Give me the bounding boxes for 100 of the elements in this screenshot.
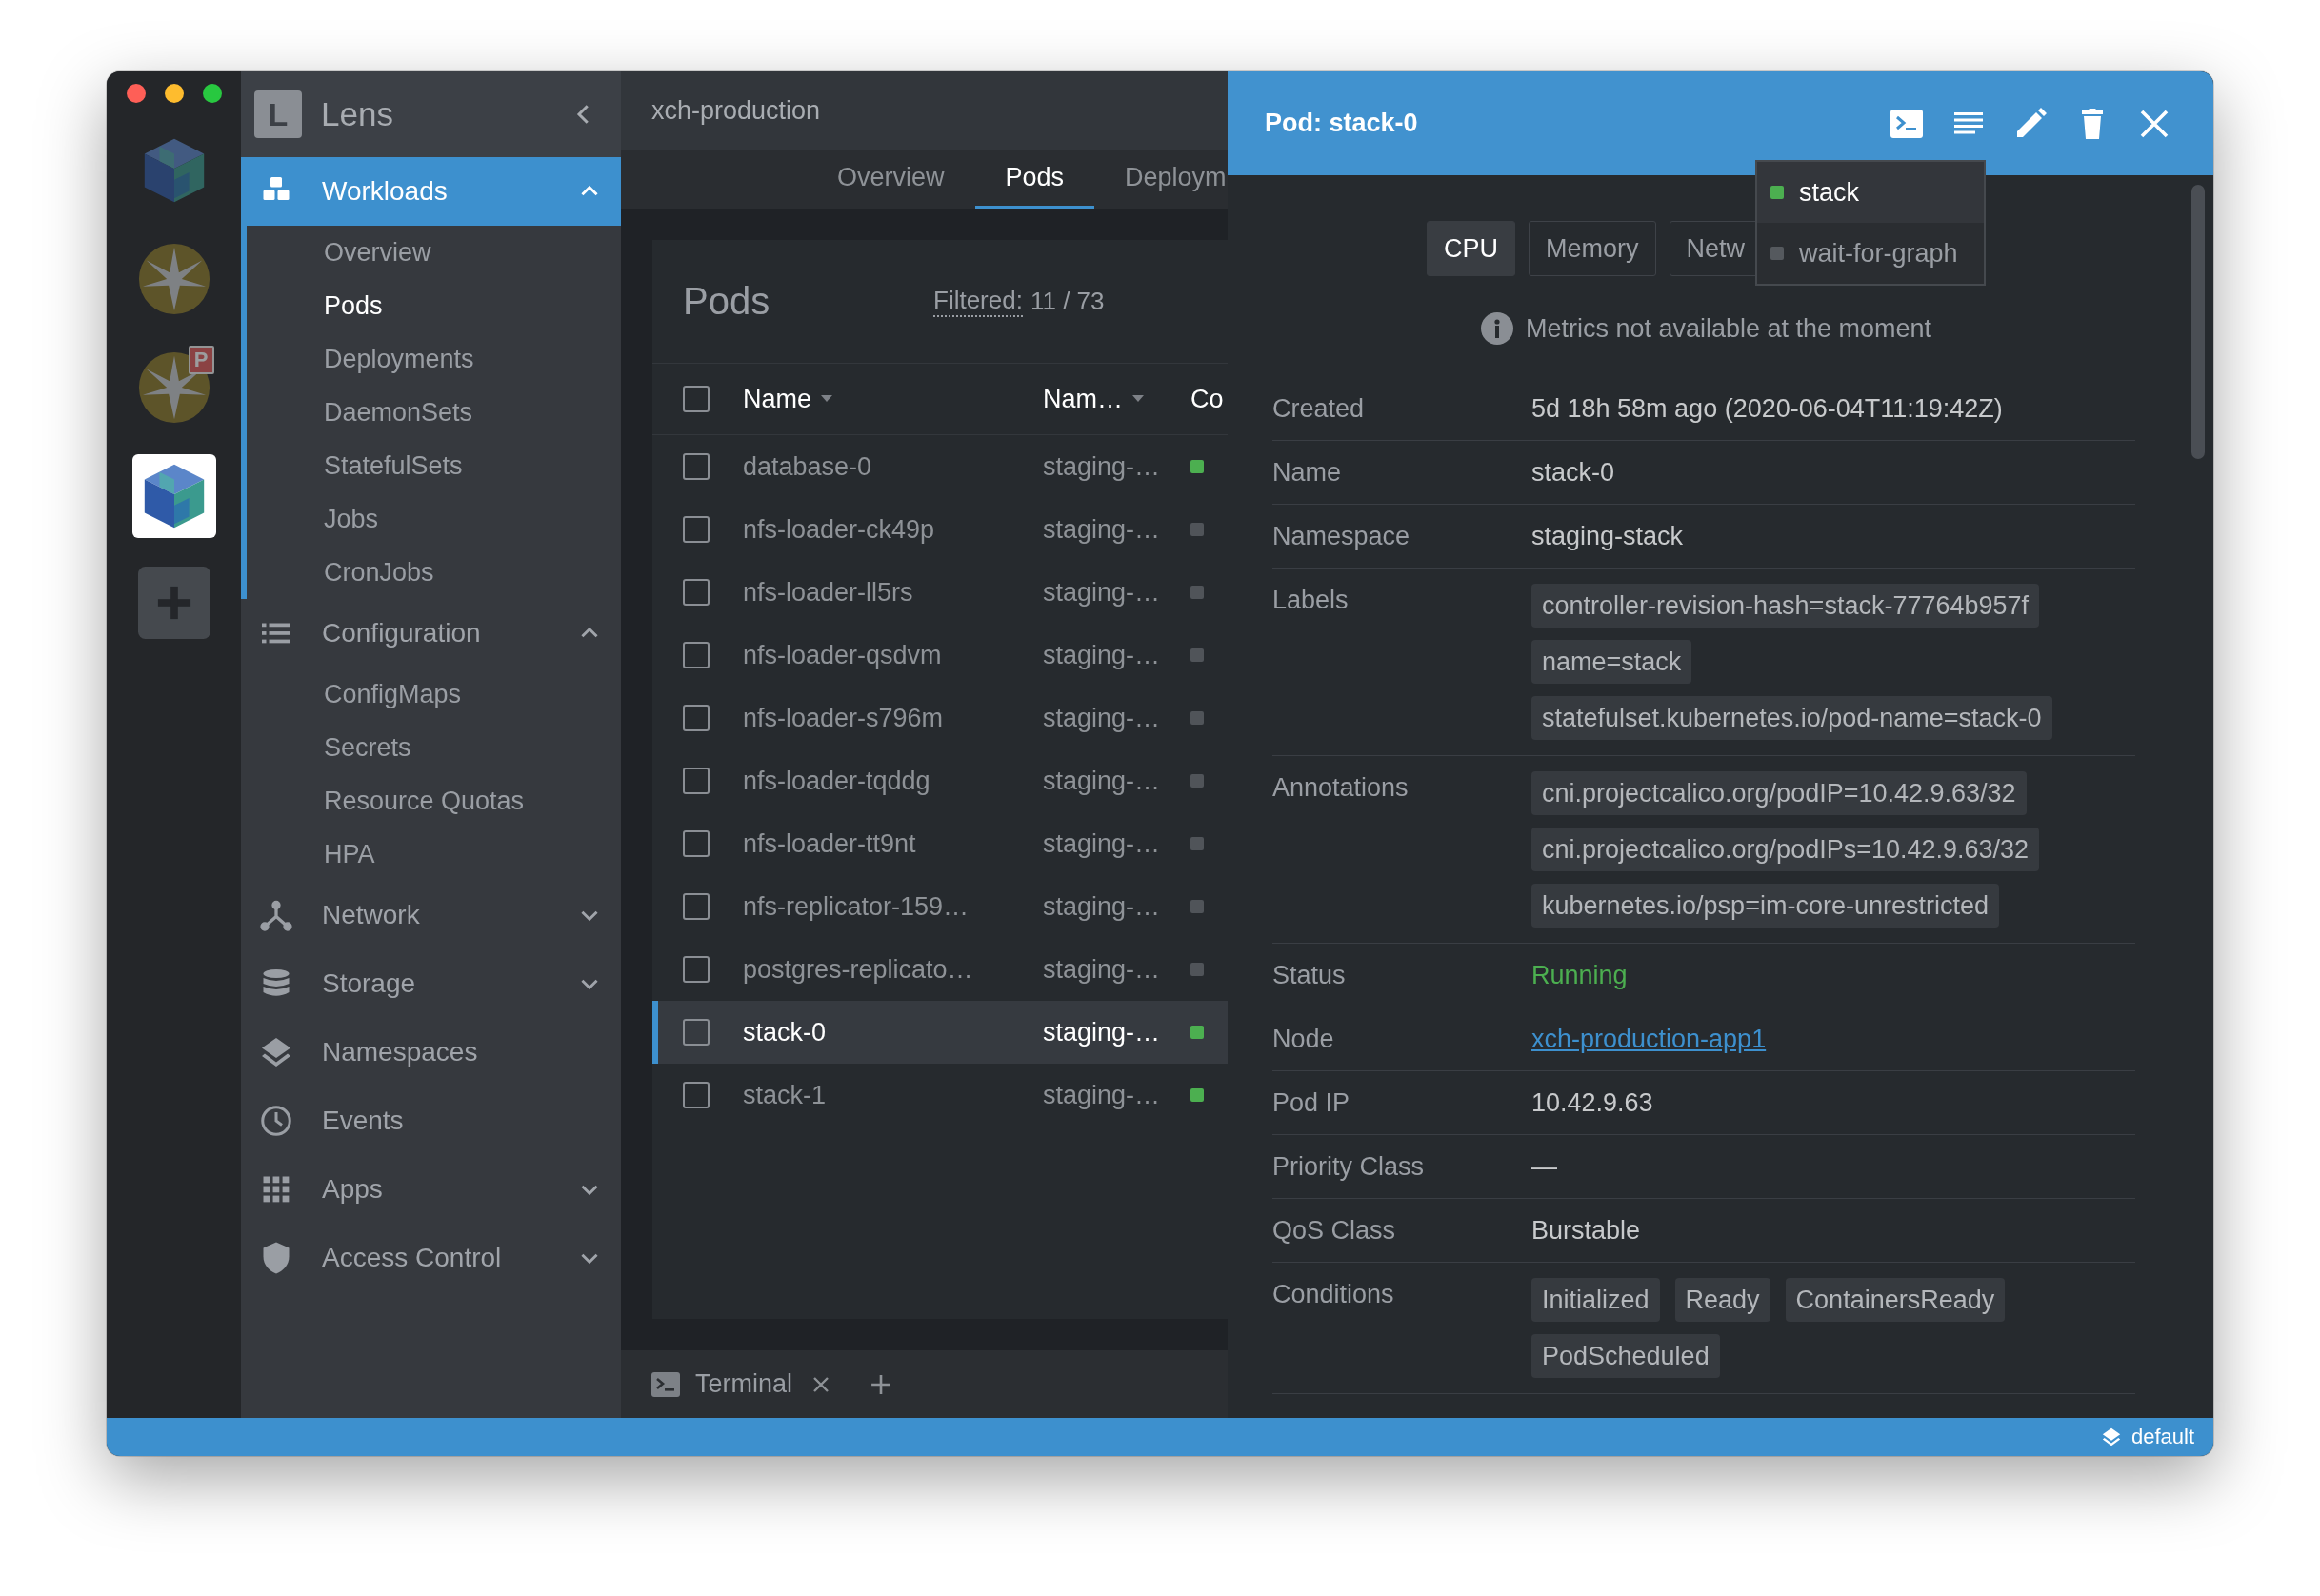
status-value: Running	[1531, 960, 1628, 991]
row-checkbox[interactable]	[683, 1019, 710, 1046]
sidebar-subitem[interactable]: Secrets	[247, 721, 621, 774]
row-checkbox[interactable]	[683, 642, 710, 668]
row-checkbox[interactable]	[683, 830, 710, 857]
table-row[interactable]: nfs-loader-s796m staging-…	[652, 687, 1228, 749]
layers-icon	[2100, 1426, 2122, 1447]
detail-tag: cni.projectcalico.org/podIPs=10.42.9.63/32	[1531, 828, 2040, 871]
sidebar-item[interactable]: Storage	[241, 949, 621, 1018]
table-row[interactable]: nfs-loader-ll5rs staging-…	[652, 561, 1228, 624]
pod-name-cell-text: nfs-loader-tqddg	[743, 766, 931, 796]
namespace-cell-text: staging-…	[1043, 891, 1162, 922]
pod-name-cell-text: nfs-loader-s796m	[743, 703, 945, 733]
column-header[interactable]: Nam…	[1043, 384, 1190, 414]
detail-tag: PodScheduled	[1531, 1334, 1720, 1378]
cluster-item[interactable]: P	[131, 346, 216, 429]
sidebar-subitem[interactable]: StatefulSets	[247, 439, 621, 492]
close-icon[interactable]	[811, 1374, 831, 1394]
row-checkbox[interactable]	[683, 1082, 710, 1108]
filter-label[interactable]: Filtered:	[933, 286, 1023, 317]
pod-name-cell-text: stack-0	[743, 1017, 828, 1047]
plus-icon[interactable]	[870, 1373, 892, 1395]
clock-icon	[259, 1104, 293, 1138]
detail-tag: statefulset.kubernetes.io/pod-name=stack-0	[1531, 696, 2052, 740]
cluster-name: xch-production	[651, 95, 821, 126]
namespace-cell-text: staging-…	[1043, 954, 1162, 985]
row-checkbox[interactable]	[683, 768, 710, 794]
select-all-checkbox[interactable]	[683, 386, 710, 412]
table-row[interactable]: stack-0 staging-…	[652, 1001, 1228, 1064]
tab[interactable]: Deploym	[1094, 150, 1228, 209]
row-checkbox[interactable]	[683, 893, 710, 920]
table-row[interactable]: nfs-loader-tt9nt staging-…	[652, 812, 1228, 875]
detail-label: Labels	[1272, 585, 1350, 616]
column-header[interactable]: Co	[1190, 384, 1224, 414]
sidebar-subitem[interactable]: HPA	[247, 828, 621, 881]
sidebar-item[interactable]: Workloads	[241, 157, 621, 226]
sidebar-item[interactable]: Network	[241, 881, 621, 949]
detail-tag: Initialized	[1531, 1278, 1660, 1322]
context-label[interactable]: default	[2130, 1425, 2194, 1449]
detail-tag: name=stack	[1531, 640, 1692, 684]
sidebar-subitem[interactable]: DaemonSets	[247, 386, 621, 439]
detail-value: Burstable	[1531, 1215, 1641, 1247]
table-row[interactable]: nfs-loader-ck49p staging-…	[652, 498, 1228, 561]
namespace-cell-text: staging-…	[1043, 451, 1162, 482]
sidebar-subitem[interactable]: Deployments	[247, 332, 621, 386]
close-window-icon[interactable]	[126, 84, 146, 103]
metric-tab[interactable]: CPU	[1427, 221, 1515, 276]
detail-label: Status	[1272, 960, 1347, 991]
table-row[interactable]: postgres-replicato… staging-…	[652, 938, 1228, 1001]
detail-tag: ContainersReady	[1785, 1278, 2006, 1322]
terminal-tab[interactable]: Terminal	[695, 1369, 793, 1399]
table-row[interactable]: database-0 staging-…	[652, 435, 1228, 498]
table-row[interactable]: nfs-loader-tqddg staging-…	[652, 749, 1228, 812]
menu-item[interactable]: stack	[1757, 162, 1984, 223]
namespace-cell-text: staging-…	[1043, 703, 1162, 733]
detail-label: Node	[1272, 1024, 1335, 1055]
column-header[interactable]: Name	[743, 384, 1043, 414]
zoom-window-icon[interactable]	[202, 84, 222, 103]
pod-name-cell-text: postgres-replicato…	[743, 954, 974, 985]
sidebar-item[interactable]: Access Control	[241, 1224, 621, 1292]
detail-tag: controller-revision-hash=stack-77764b957f	[1531, 584, 2040, 628]
pod-name-cell-text: nfs-replicator-159…	[743, 891, 970, 922]
table-row[interactable]: nfs-replicator-159… staging-…	[652, 875, 1228, 938]
sidebar-item[interactable]: Apps	[241, 1155, 621, 1224]
detail-label: Namespace	[1272, 521, 1411, 552]
sidebar-subitem[interactable]: CronJobs	[247, 546, 621, 599]
sidebar-item[interactable]: Events	[241, 1087, 621, 1155]
node-link[interactable]: xch-production-app1	[1531, 1023, 1767, 1055]
sidebar-subitem[interactable]: ConfigMaps	[247, 668, 621, 721]
detail-value: —	[1531, 1151, 1557, 1183]
scrollbar[interactable]	[2191, 185, 2205, 459]
sidebar-subitem[interactable]: Resource Quotas	[247, 774, 621, 828]
detail-label: Annotations	[1272, 772, 1410, 804]
row-checkbox[interactable]	[683, 453, 710, 480]
sidebar-item[interactable]: Namespaces	[241, 1018, 621, 1087]
panel-title: Pods	[683, 280, 771, 323]
detail-label: Created	[1272, 393, 1366, 425]
detail-label: Priority Class	[1272, 1151, 1426, 1183]
minimize-window-icon[interactable]	[164, 84, 184, 103]
sort-caret-icon	[1132, 395, 1144, 403]
metric-tab[interactable]: Memory	[1529, 221, 1656, 276]
row-checkbox[interactable]	[683, 956, 710, 983]
sidebar-subitem[interactable]: Jobs	[247, 492, 621, 546]
row-checkbox[interactable]	[683, 579, 710, 606]
sidebar-subitem[interactable]: Overview	[247, 226, 621, 279]
detail-value: staging-stack	[1531, 521, 1684, 552]
row-checkbox[interactable]	[683, 705, 710, 731]
namespace-cell-text: staging-…	[1043, 766, 1162, 796]
tab[interactable]: Overview	[807, 150, 975, 209]
table-row[interactable]: stack-1 staging-…	[652, 1064, 1228, 1127]
sidebar-item[interactable]: Configuration	[241, 599, 621, 668]
detail-value: 10.42.9.63	[1531, 1087, 1653, 1119]
network-icon	[259, 898, 293, 932]
table-row[interactable]: nfs-loader-qsdvm staging-…	[652, 624, 1228, 687]
namespace-cell-text: staging-…	[1043, 640, 1162, 670]
cluster-item[interactable]	[131, 454, 216, 538]
detail-label: Pod IP	[1272, 1087, 1351, 1119]
sidebar-subitem[interactable]: Pods	[247, 279, 621, 332]
row-checkbox[interactable]	[683, 516, 710, 543]
detail-tag: Ready	[1674, 1278, 1770, 1322]
